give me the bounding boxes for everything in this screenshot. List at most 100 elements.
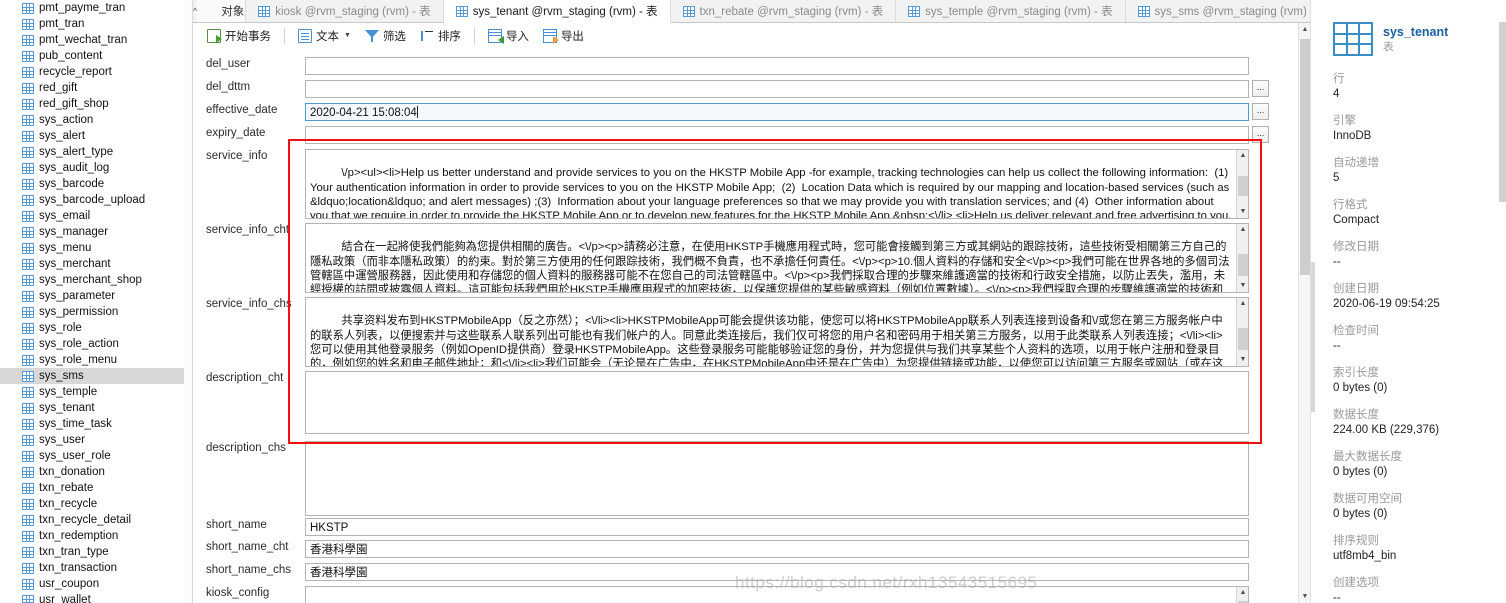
tree-item-sys-temple[interactable]: sys_temple [0,384,192,400]
tree-item-txn-recycle[interactable]: txn_recycle [0,496,192,512]
del-dttm-ellipsis-button[interactable]: ... [1252,80,1269,97]
tree-item-sys-alert-type[interactable]: sys_alert_type [0,144,192,160]
table-list[interactable]: pmt_payme_tran pmt_tran pmt_wechat_tran pub… [0,0,192,603]
input-effective-date[interactable]: 2020-04-21 15:08:04 [305,103,1249,121]
input-del-user[interactable] [305,57,1249,75]
tree-item-sys-user-role[interactable]: sys_user_role [0,448,192,464]
tree-item-sys-permission[interactable]: sys_permission [0,304,192,320]
scroll-down-icon[interactable]: ▼ [1299,590,1311,603]
begin-transaction-button[interactable]: 开始事务 [201,26,277,46]
service-info-chs-scrollbar[interactable]: ▲ ▼ [1236,298,1248,366]
scroll-thumb[interactable] [1238,254,1248,276]
tree-item-sys-parameter[interactable]: sys_parameter [0,288,192,304]
form-scrollbar[interactable]: ▲ ▼ [1298,23,1310,603]
export-button[interactable]: 导出 [537,26,590,46]
editor-toolbar[interactable]: 开始事务 文本 ▼ 筛选 排序 导入 导出 [193,23,1310,49]
tree-item-txn-tran-type[interactable]: txn_tran_type [0,544,192,560]
editor-tabs[interactable]: kiosk @rvm_staging (rvm) - 表 sys_tenant @… [246,0,1342,23]
import-button[interactable]: 导入 [482,26,535,46]
chevron-down-icon[interactable]: ▼ [344,32,351,39]
textarea-kiosk-config[interactable]: {"tid":2,"name":"HKSTP","defaultLang":"z… [305,586,1249,603]
table-property-key: 自动递增 [1333,157,1379,169]
tree-item-label: txn_redemption [39,530,119,542]
object-tree-sidebar[interactable]: pmt_payme_tran pmt_tran pmt_wechat_tran pub… [0,0,193,603]
scroll-down-icon[interactable]: ▼ [1237,280,1248,292]
toolbar-separator-1 [284,27,285,44]
tab-objects[interactable]: 对象 [197,0,247,22]
effective-date-ellipsis-button[interactable]: ... [1252,103,1269,120]
tree-item-txn-donation[interactable]: txn_donation [0,464,192,480]
scroll-up-icon[interactable]: ▲ [1299,23,1311,36]
table-property-value: 0 bytes (0) [1333,466,1388,478]
scroll-thumb[interactable] [1238,176,1248,196]
tree-item-sys-user[interactable]: sys_user [0,432,192,448]
scroll-up-icon[interactable]: ▲ [1237,587,1248,599]
text-mode-button[interactable]: 文本 ▼ [292,26,357,46]
textarea-description-cht[interactable] [305,371,1249,434]
editor-tab[interactable]: sys_temple @rvm_staging (rvm) - 表 [896,0,1126,22]
kiosk-config-scrollbar[interactable]: ▲ [1236,587,1248,603]
tree-item-sys-barcode[interactable]: sys_barcode [0,176,192,192]
service-info-scrollbar[interactable]: ▲ ▼ [1236,150,1248,218]
filter-button[interactable]: 筛选 [359,26,412,46]
service-info-cht-value: 結合在一起將使我們能夠為您提供相關的廣告。<\/p><p>請務必注意，在使用HK… [310,241,1230,293]
scroll-down-icon[interactable]: ▼ [1237,354,1248,366]
input-short-name[interactable]: HKSTP [305,518,1249,536]
tree-item-txn-recycle-detail[interactable]: txn_recycle_detail [0,512,192,528]
textarea-service-info[interactable]: \/p><ul><li>Help us better understand an… [305,149,1249,219]
tree-item-sys-merchant[interactable]: sys_merchant [0,256,192,272]
sort-button[interactable]: 排序 [414,26,467,46]
service-info-cht-scrollbar[interactable]: ▲ ▼ [1236,224,1248,292]
tree-item-sys-role-menu[interactable]: sys_role_menu [0,352,192,368]
tree-item-txn-rebate[interactable]: txn_rebate [0,480,192,496]
scroll-up-icon[interactable]: ▲ [1237,150,1248,162]
tree-item-usr-wallet[interactable]: usr_wallet [0,592,192,603]
scroll-down-icon[interactable]: ▼ [1237,206,1248,218]
scroll-up-icon[interactable]: ▲ [1237,298,1248,310]
tree-item-sys-merchant-shop[interactable]: sys_merchant_shop [0,272,192,288]
textarea-service-info-chs[interactable]: 共享资料发布到HKSTPMobileApp（反之亦然）；<\/li><li>HK… [305,297,1249,367]
tree-item-txn-transaction[interactable]: txn_transaction [0,560,192,576]
textarea-service-info-cht[interactable]: 結合在一起將使我們能夠為您提供相關的廣告。<\/p><p>請務必注意，在使用HK… [305,223,1249,293]
tree-item-sys-audit-log[interactable]: sys_audit_log [0,160,192,176]
editor-tab[interactable]: sys_tenant @rvm_staging (rvm) - 表 [443,0,671,23]
tree-item-pmt-wechat-tran[interactable]: pmt_wechat_tran [0,32,192,48]
tree-item-pub-content[interactable]: pub_content [0,48,192,64]
tree-item-txn-redemption[interactable]: txn_redemption [0,528,192,544]
table-icon [22,146,34,158]
tree-item-recycle-report[interactable]: recycle_report [0,64,192,80]
tree-item-red-gift-shop[interactable]: red_gift_shop [0,96,192,112]
tree-item-sys-sms[interactable]: sys_sms [0,368,192,384]
input-short-name-chs[interactable]: 香港科學園 [305,563,1249,581]
table-property: 索引长度 0 bytes (0) [1333,366,1490,396]
tree-item-sys-manager[interactable]: sys_manager [0,224,192,240]
input-del-dttm[interactable] [305,80,1249,98]
tree-item-pmt-tran[interactable]: pmt_tran [0,16,192,32]
tree-item-usr-coupon[interactable]: usr_coupon [0,576,192,592]
info-panel-scrollbar[interactable] [1499,22,1506,202]
editor-tab[interactable]: kiosk @rvm_staging (rvm) - 表 [246,0,444,22]
scroll-thumb[interactable] [1238,328,1248,350]
tree-item-sys-tenant[interactable]: sys_tenant [0,400,192,416]
tree-item-sys-menu[interactable]: sys_menu [0,240,192,256]
tree-item-sys-email[interactable]: sys_email [0,208,192,224]
input-expiry-date[interactable] [305,126,1249,144]
tree-item-sys-time-task[interactable]: sys_time_task [0,416,192,432]
tree-item-sys-role[interactable]: sys_role [0,320,192,336]
tree-item-sys-action[interactable]: sys_action [0,112,192,128]
scroll-thumb[interactable] [1300,39,1310,275]
input-short-name-cht[interactable]: 香港科學園 [305,540,1249,558]
tab-bar[interactable]: ^ 对象 kiosk @rvm_staging (rvm) - 表 sys_ten… [193,0,1416,23]
textarea-description-chs[interactable] [305,441,1249,516]
sidebar-scrollbar[interactable] [184,0,192,603]
table-property: 引擎 InnoDB [1333,114,1490,144]
editor-tab[interactable]: txn_rebate @rvm_staging (rvm) - 表 [670,0,897,22]
tree-item-sys-alert[interactable]: sys_alert [0,128,192,144]
tree-item-sys-role-action[interactable]: sys_role_action [0,336,192,352]
tree-item-sys-barcode-upload[interactable]: sys_barcode_upload [0,192,192,208]
expiry-date-ellipsis-button[interactable]: ... [1252,126,1269,143]
scroll-up-icon[interactable]: ▲ [1237,224,1248,236]
table-icon [22,322,34,334]
tree-item-pmt-payme-tran[interactable]: pmt_payme_tran [0,0,192,16]
tree-item-red-gift[interactable]: red_gift [0,80,192,96]
